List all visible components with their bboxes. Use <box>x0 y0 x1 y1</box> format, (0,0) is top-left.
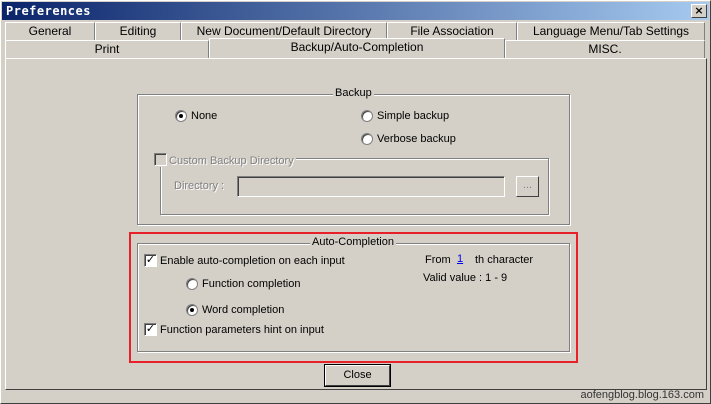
enable-auto-completion-checkbox[interactable]: ✓ <box>144 254 157 267</box>
tab-general[interactable]: General <box>5 22 95 41</box>
simple-backup-radio[interactable] <box>361 110 373 122</box>
word-completion-label: Word completion <box>202 304 285 316</box>
tab-label: MISC. <box>588 42 622 56</box>
tab-backup-auto-completion[interactable]: Backup/Auto-Completion <box>209 38 505 58</box>
auto-completion-group-title: Auto-Completion <box>310 236 396 248</box>
function-hint-checkbox[interactable]: ✓ <box>144 323 157 336</box>
word-completion-radio[interactable] <box>186 304 198 316</box>
tab-editing[interactable]: Editing <box>95 22 181 41</box>
close-button-label: Close <box>343 369 372 381</box>
from-label: From <box>425 254 451 266</box>
custom-backup-directory-group: Custom Backup Directory Directory : ... <box>153 151 549 215</box>
tab-label: Editing <box>119 24 157 38</box>
from-value-input[interactable]: 1 <box>457 253 463 265</box>
close-icon: × <box>694 4 704 17</box>
tab-misc[interactable]: MISC. <box>505 40 705 59</box>
auto-completion-group: Auto-Completion ✓ Enable auto-completion… <box>137 236 570 352</box>
valid-value-label: Valid value : 1 - 9 <box>423 272 508 284</box>
function-hint-label: Function parameters hint on input <box>160 324 324 336</box>
tab-page-backup-auto-completion: Backup None Simple backup Verbose backup… <box>5 58 707 390</box>
browse-button-label: ... <box>522 179 533 191</box>
directory-label: Directory : <box>174 180 225 192</box>
window-title: Preferences <box>6 4 91 18</box>
simple-backup-label: Simple backup <box>377 110 450 122</box>
browse-directory-button[interactable]: ... <box>516 176 539 197</box>
backup-none-label: None <box>191 110 218 122</box>
watermark: aofengblog.blog.163.com <box>580 389 704 401</box>
enable-auto-completion-label: Enable auto-completion on each input <box>160 255 345 267</box>
verbose-backup-label: Verbose backup <box>377 133 456 145</box>
tab-label: General <box>28 24 72 38</box>
tab-label: Language Menu/Tab Settings <box>532 24 690 38</box>
directory-input[interactable] <box>237 176 505 197</box>
function-completion-radio[interactable] <box>186 278 198 290</box>
tab-label: Print <box>94 42 120 56</box>
tab-print[interactable]: Print <box>5 40 209 59</box>
custom-backup-directory-checkbox[interactable] <box>154 153 167 166</box>
tab-language-menu-tab-settings[interactable]: Language Menu/Tab Settings <box>517 22 705 41</box>
custom-backup-directory-label: Custom Backup Directory <box>169 155 294 167</box>
close-button[interactable]: Close <box>324 364 391 387</box>
preferences-window: Preferences × General Editing New Docume… <box>0 0 711 404</box>
custom-backup-directory-header: Custom Backup Directory <box>153 151 296 167</box>
verbose-backup-radio[interactable] <box>361 133 373 145</box>
function-completion-label: Function completion <box>202 278 301 290</box>
backup-group: Backup None Simple backup Verbose backup… <box>137 87 570 225</box>
backup-group-title: Backup <box>333 87 374 99</box>
tab-label: File Association <box>410 24 494 38</box>
tab-label: Backup/Auto-Completion <box>290 40 424 54</box>
th-character-label: th character <box>475 254 534 266</box>
tab-label: New Document/Default Directory <box>196 24 372 38</box>
backup-none-radio[interactable] <box>175 110 187 122</box>
title-bar: Preferences × <box>2 2 709 20</box>
close-window-button[interactable]: × <box>691 4 707 18</box>
